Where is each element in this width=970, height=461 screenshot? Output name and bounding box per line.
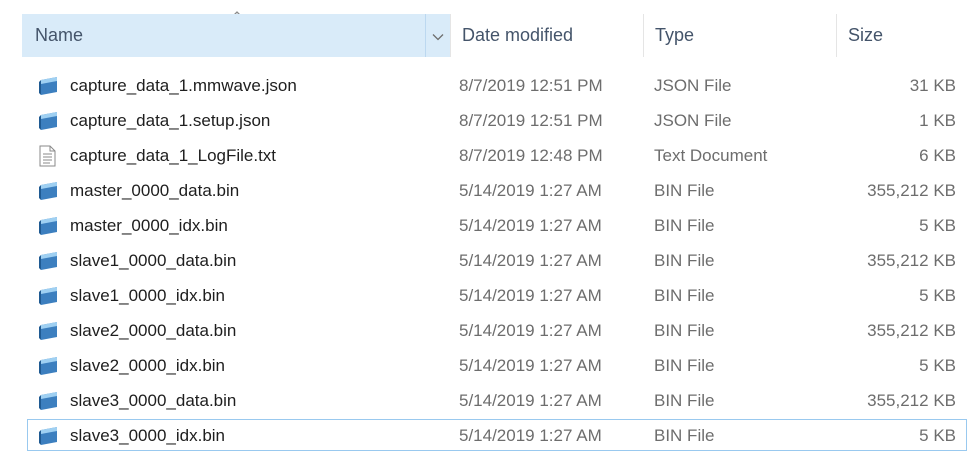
column-header-name[interactable]: Name	[22, 14, 450, 57]
file-row[interactable]: slave2_0000_data.bin 5/14/2019 1:27 AM BIN…	[0, 313, 970, 348]
column-header-date-modified[interactable]: Date modified	[450, 14, 643, 57]
file-date-modified: 5/14/2019 1:27 AM	[459, 286, 602, 305]
file-name[interactable]: capture_data_1.setup.json	[70, 103, 270, 138]
file-icon	[37, 68, 61, 103]
file-date-modified: 8/7/2019 12:51 PM	[459, 76, 603, 95]
file-size: 355,212 KB	[867, 181, 956, 200]
file-row[interactable]: master_0000_idx.bin 5/14/2019 1:27 AM BIN …	[0, 208, 970, 243]
file-row[interactable]: slave3_0000_idx.bin 5/14/2019 1:27 AM BIN …	[0, 418, 970, 453]
file-row[interactable]: master_0000_data.bin 5/14/2019 1:27 AM BIN…	[0, 173, 970, 208]
file-type: BIN File	[654, 426, 715, 445]
file-date-modified: 5/14/2019 1:27 AM	[459, 321, 602, 340]
chevron-down-icon	[432, 26, 444, 46]
file-row[interactable]: slave2_0000_idx.bin 5/14/2019 1:27 AM BIN …	[0, 348, 970, 383]
file-name[interactable]: slave3_0000_idx.bin	[70, 418, 225, 453]
file-date-modified: 5/14/2019 1:27 AM	[459, 181, 602, 200]
file-type: BIN File	[654, 321, 715, 340]
file-row[interactable]: slave1_0000_data.bin 5/14/2019 1:27 AM BIN…	[0, 243, 970, 278]
file-size: 5 KB	[919, 356, 956, 375]
column-header-bar: Name Date modified Type Size	[0, 0, 970, 57]
file-type: BIN File	[654, 216, 715, 235]
column-header-type[interactable]: Type	[643, 14, 836, 57]
file-type: Text Document	[654, 146, 768, 165]
file-date-modified: 5/14/2019 1:27 AM	[459, 251, 602, 270]
file-date-modified: 5/14/2019 1:27 AM	[459, 356, 602, 375]
file-date-modified: 5/14/2019 1:27 AM	[459, 426, 602, 445]
file-icon	[37, 103, 61, 138]
file-icon	[37, 348, 61, 383]
column-header-date-label: Date modified	[462, 25, 574, 45]
file-name[interactable]: master_0000_idx.bin	[70, 208, 228, 243]
file-name[interactable]: slave1_0000_idx.bin	[70, 278, 225, 313]
file-size: 355,212 KB	[867, 251, 956, 270]
file-name[interactable]: slave2_0000_idx.bin	[70, 348, 225, 383]
file-size: 5 KB	[919, 286, 956, 305]
file-list: capture_data_1.mmwave.json 8/7/2019 12:51…	[0, 68, 970, 453]
file-date-modified: 8/7/2019 12:51 PM	[459, 111, 603, 130]
file-icon	[37, 383, 61, 418]
file-type: JSON File	[654, 76, 732, 95]
file-date-modified: 5/14/2019 1:27 AM	[459, 391, 602, 410]
file-type: BIN File	[654, 286, 715, 305]
text-document-icon	[37, 138, 61, 173]
file-icon	[37, 313, 61, 348]
file-type: JSON File	[654, 111, 732, 130]
file-size: 31 KB	[909, 76, 956, 95]
file-row[interactable]: capture_data_1.setup.json 8/7/2019 12:51 …	[0, 103, 970, 138]
file-size: 5 KB	[919, 426, 956, 445]
column-header-size-label: Size	[848, 25, 884, 45]
file-icon	[37, 208, 61, 243]
file-type: BIN File	[654, 391, 715, 410]
file-size: 355,212 KB	[867, 391, 956, 410]
file-name[interactable]: capture_data_1_LogFile.txt	[70, 138, 276, 173]
file-name[interactable]: slave1_0000_data.bin	[70, 243, 236, 278]
file-size: 355,212 KB	[867, 321, 956, 340]
file-name[interactable]: capture_data_1.mmwave.json	[70, 68, 297, 103]
column-header-name-label: Name	[35, 25, 84, 45]
file-name[interactable]: master_0000_data.bin	[70, 173, 239, 208]
file-icon	[37, 243, 61, 278]
file-row[interactable]: capture_data_1.mmwave.json 8/7/2019 12:51…	[0, 68, 970, 103]
file-date-modified: 8/7/2019 12:48 PM	[459, 146, 603, 165]
file-type: BIN File	[654, 356, 715, 375]
file-row[interactable]: slave1_0000_idx.bin 5/14/2019 1:27 AM BIN …	[0, 278, 970, 313]
file-type: BIN File	[654, 251, 715, 270]
file-size: 1 KB	[919, 111, 956, 130]
column-filter-dropdown[interactable]	[425, 14, 450, 57]
file-row[interactable]: capture_data_1_LogFile.txt 8/7/2019 12:48…	[0, 138, 970, 173]
file-icon	[37, 173, 61, 208]
file-row[interactable]: slave3_0000_data.bin 5/14/2019 1:27 AM BIN…	[0, 383, 970, 418]
column-header-type-label: Type	[655, 25, 695, 45]
file-icon	[37, 418, 61, 453]
file-icon	[37, 278, 61, 313]
file-name[interactable]: slave3_0000_data.bin	[70, 383, 236, 418]
file-size: 5 KB	[919, 216, 956, 235]
file-name[interactable]: slave2_0000_data.bin	[70, 313, 236, 348]
file-type: BIN File	[654, 181, 715, 200]
file-size: 6 KB	[919, 146, 956, 165]
file-date-modified: 5/14/2019 1:27 AM	[459, 216, 602, 235]
column-header-size[interactable]: Size	[836, 14, 970, 57]
